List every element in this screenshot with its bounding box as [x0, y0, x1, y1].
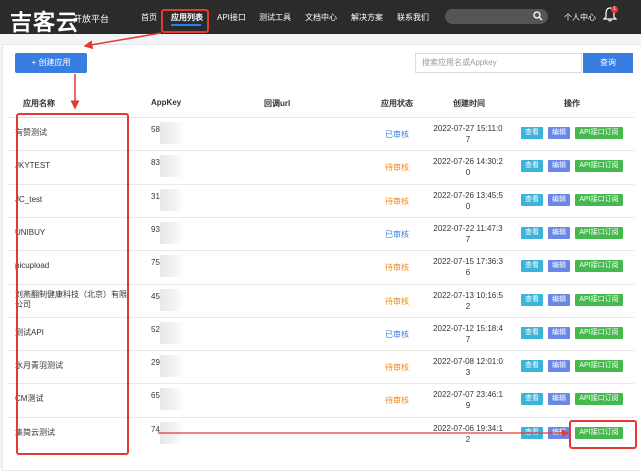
annotation-arrows — [70, 32, 570, 437]
arrow-nav-to-create — [83, 32, 162, 50]
